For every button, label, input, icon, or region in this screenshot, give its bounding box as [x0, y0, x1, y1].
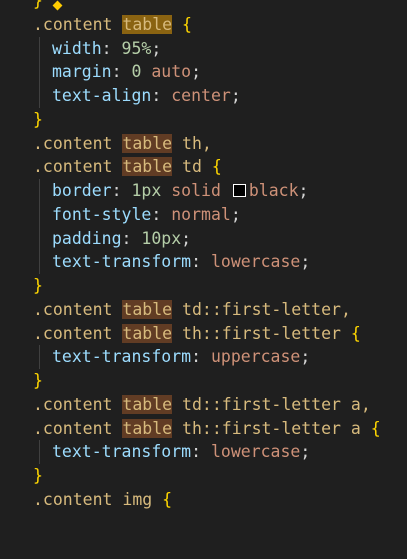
code-line[interactable]: .content table td::first-letter a,: [0, 393, 407, 417]
closing-brace: }: [33, 371, 43, 390]
code-line[interactable]: width: 95%;: [0, 36, 407, 61]
css-property: text-transform: [52, 252, 192, 272]
code-line[interactable]: .content table th::first-letter {: [0, 322, 407, 346]
closing-brace: }: [33, 466, 43, 485]
css-value: lowercase: [210, 252, 301, 272]
search-match: table: [122, 157, 173, 177]
selector: td::first-letter,: [182, 299, 351, 319]
css-property: margin: [52, 62, 112, 82]
search-match: table: [122, 133, 173, 153]
color-swatch-icon[interactable]: [232, 184, 246, 197]
code-line[interactable]: .content table th,: [0, 132, 407, 156]
css-property: padding: [52, 228, 122, 248]
code-line[interactable]: }: [0, 108, 407, 132]
code-line[interactable]: .content table th::first-letter a {: [0, 417, 407, 441]
selector: td::first-letter a,: [182, 394, 371, 414]
opening-brace: {: [370, 418, 381, 438]
code-line[interactable]: .content table {: [0, 13, 407, 37]
search-match-active: table: [122, 14, 173, 34]
css-number: 10px: [141, 228, 182, 248]
code-line[interactable]: .content table td::first-letter,: [0, 298, 407, 322]
css-value: auto: [151, 62, 192, 82]
closing-brace: }: [33, 276, 43, 295]
search-match: table: [122, 299, 173, 319]
opening-brace: {: [211, 157, 222, 177]
code-line[interactable]: .content img {: [0, 488, 407, 512]
selector: .content: [33, 133, 113, 153]
code-line[interactable]: border: 1px solid black;: [0, 179, 407, 203]
css-value: uppercase: [210, 347, 301, 367]
css-property: text-transform: [52, 347, 192, 367]
code-line[interactable]: .content table td {: [0, 155, 407, 179]
css-number: 1px: [131, 181, 162, 200]
code-line[interactable]: margin: 0 auto;: [0, 60, 407, 84]
search-match: table: [122, 394, 173, 414]
selector: th,: [182, 133, 212, 153]
selector: th::first-letter a: [182, 418, 361, 438]
code-line[interactable]: text-align: center;: [0, 84, 407, 108]
selector: .content: [33, 323, 113, 343]
css-value: black: [248, 181, 299, 200]
css-value: center: [171, 86, 231, 105]
code-line[interactable]: }: [0, 274, 407, 298]
search-match: table: [122, 323, 173, 343]
selector: .content: [33, 394, 113, 414]
code-editor[interactable]: } .content table { width: 95%; margin: 0…: [0, 0, 407, 512]
css-value: lowercase: [210, 442, 301, 462]
lightbulb-icon[interactable]: [52, 0, 63, 11]
css-value: normal: [171, 204, 231, 224]
code-line[interactable]: padding: 10px;: [0, 226, 407, 251]
closing-brace: }: [33, 109, 43, 129]
selector: .content: [33, 299, 113, 319]
code-line[interactable]: }: [0, 369, 407, 393]
closing-brace: }: [33, 0, 43, 10]
selector: .content: [33, 14, 113, 34]
search-match: table: [122, 418, 173, 438]
opening-brace: {: [162, 489, 173, 509]
selector: th::first-letter: [182, 323, 341, 343]
code-line[interactable]: font-style: normal;: [0, 202, 407, 227]
code-line[interactable]: text-transform: uppercase;: [0, 345, 407, 369]
selector: .content: [33, 418, 113, 438]
css-property: border: [52, 181, 112, 200]
code-line[interactable]: }: [0, 0, 407, 13]
code-line[interactable]: }: [0, 464, 407, 488]
selector: td: [182, 157, 202, 177]
code-line[interactable]: text-transform: lowercase;: [0, 250, 407, 274]
css-property: width: [52, 38, 102, 58]
css-property: text-transform: [52, 442, 192, 462]
selector: .content: [33, 157, 113, 177]
selector: .content img: [33, 489, 153, 509]
css-number: 95%: [121, 38, 152, 58]
css-property: text-align: [52, 86, 152, 105]
opening-brace: {: [350, 323, 361, 343]
css-property: font-style: [52, 204, 152, 224]
css-number: 0: [131, 62, 142, 82]
code-line[interactable]: text-transform: lowercase;: [0, 440, 407, 464]
css-value: solid: [171, 181, 221, 200]
opening-brace: {: [182, 14, 192, 34]
